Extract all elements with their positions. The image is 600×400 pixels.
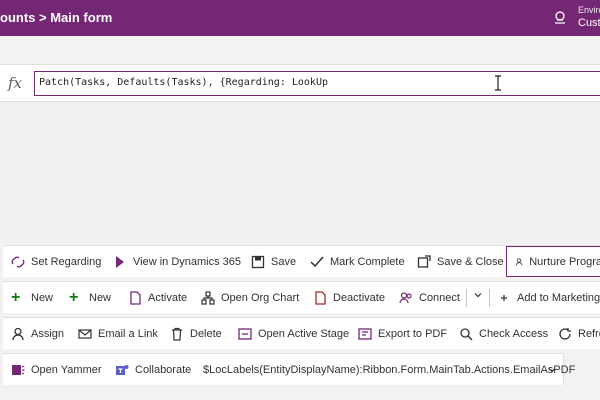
- divider: [466, 289, 467, 307]
- open-active-stage-label: Open Active Stage: [258, 327, 350, 340]
- text-cursor-icon: [495, 75, 501, 91]
- email-icon: [78, 328, 92, 339]
- org-chart-icon: [201, 290, 215, 305]
- email-as-pdf-label: $LocLabels(EntityDisplayName):Ribbon.For…: [203, 363, 576, 376]
- refresh-icon: [559, 327, 571, 340]
- checkmark-icon: [310, 256, 324, 267]
- app-canvas: [0, 103, 600, 243]
- open-org-chart-label: Open Org Chart: [221, 291, 300, 304]
- environment-label: Enviro: [578, 5, 600, 15]
- add-to-marketing-label: Add to Marketing L: [517, 291, 600, 304]
- open-yammer-label: Open Yammer: [31, 363, 102, 376]
- connect-label: Connect: [419, 291, 460, 304]
- save-close-button[interactable]: Save & Close: [417, 246, 504, 277]
- set-regarding-label: Set Regarding: [31, 255, 102, 268]
- email-a-link-label: Email a Link: [98, 327, 158, 340]
- new-button-2[interactable]: + New: [69, 282, 111, 313]
- formula-bar: fx Patch(Tasks, Defaults(Tasks), {Regard…: [0, 64, 600, 102]
- dynamics-icon: [116, 255, 124, 268]
- save-button[interactable]: Save: [251, 246, 296, 277]
- mark-complete-label: Mark Complete: [330, 255, 405, 268]
- pdf-icon: [358, 327, 372, 340]
- search-icon: [460, 327, 473, 340]
- assign-label: Assign: [31, 327, 65, 340]
- environment-icon[interactable]: [553, 10, 567, 24]
- deactivate-label: Deactivate: [333, 291, 385, 304]
- yammer-icon: [12, 364, 25, 375]
- view-in-dynamics-label: View in Dynamics 365: [133, 255, 242, 268]
- plus-icon: +: [69, 288, 79, 306]
- deactivate-button[interactable]: Deactivate: [313, 282, 385, 313]
- formula-text: Patch(Tasks, Defaults(Tasks), {Regarding…: [39, 77, 328, 88]
- save-icon: [251, 255, 265, 268]
- save-label: Save: [271, 255, 297, 268]
- person-icon: [515, 257, 523, 266]
- refresh-label: Refre: [578, 327, 600, 340]
- document-icon: [130, 290, 141, 305]
- command-bar-row-1: Set Regarding View in Dynamics 365 Save …: [3, 245, 600, 277]
- breadcrumb[interactable]: ounts > Main form: [0, 10, 112, 25]
- open-active-stage-button[interactable]: Open Active Stage: [238, 318, 349, 349]
- email-a-link-button[interactable]: Email a Link: [78, 318, 158, 349]
- person-icon: [12, 327, 24, 340]
- link-icon: [11, 256, 25, 267]
- new-label-2: New: [89, 291, 112, 304]
- new-label-1: New: [31, 291, 54, 304]
- check-access-label: Check Access: [479, 327, 549, 340]
- new-button-1[interactable]: + New: [11, 282, 53, 313]
- set-regarding-button[interactable]: Set Regarding: [11, 246, 101, 277]
- nurture-program-button[interactable]: Nurture Progra: [506, 246, 600, 277]
- export-to-pdf-label: Export to PDF: [378, 327, 448, 340]
- chevron-down-icon[interactable]: [548, 366, 556, 374]
- export-to-pdf-button[interactable]: Export to PDF: [358, 318, 447, 349]
- top-bar: ounts > Main form Enviro Custo: [0, 0, 600, 36]
- divider: [489, 289, 490, 307]
- assign-button[interactable]: Assign: [11, 318, 64, 349]
- activate-label: Activate: [148, 291, 188, 304]
- formula-input[interactable]: Patch(Tasks, Defaults(Tasks), {Regarding…: [34, 71, 600, 96]
- save-close-label: Save & Close: [437, 255, 504, 268]
- command-bar-row-4: Open Yammer Collaborate $LocLabels(Entit…: [3, 353, 575, 385]
- open-yammer-button[interactable]: Open Yammer: [11, 354, 102, 385]
- chevron-down-icon[interactable]: [474, 291, 482, 299]
- add-list-icon: [501, 294, 507, 301]
- open-org-chart-button[interactable]: Open Org Chart: [201, 282, 299, 313]
- connect-button[interactable]: Connect: [399, 282, 460, 313]
- save-close-icon: [417, 254, 431, 268]
- add-to-marketing-list-button[interactable]: Add to Marketing L: [497, 282, 600, 313]
- command-bar-row-3: Assign Email a Link Delete Open Active S…: [3, 317, 600, 349]
- fx-label: fx: [8, 74, 23, 92]
- delete-button[interactable]: Delete: [170, 318, 222, 349]
- people-icon: [399, 291, 412, 303]
- nurture-program-label: Nurture Progra: [529, 255, 600, 268]
- command-bar-row-2: + New + New Activate Open Org Chart Deac…: [3, 281, 600, 313]
- teams-icon: [116, 364, 129, 375]
- plus-icon: +: [11, 288, 21, 306]
- mark-complete-button[interactable]: Mark Complete: [310, 246, 405, 277]
- collaborate-button[interactable]: Collaborate: [115, 354, 191, 385]
- stage-icon: [238, 327, 252, 340]
- delete-label: Delete: [190, 327, 222, 340]
- collaborate-label: Collaborate: [135, 363, 192, 376]
- check-access-button[interactable]: Check Access: [459, 318, 548, 349]
- refresh-button[interactable]: Refre: [558, 318, 600, 349]
- activate-button[interactable]: Activate: [128, 282, 187, 313]
- view-in-dynamics-button[interactable]: View in Dynamics 365: [113, 246, 241, 277]
- deactivate-document-icon: [315, 290, 326, 305]
- email-as-pdf-button[interactable]: $LocLabels(EntityDisplayName):Ribbon.For…: [203, 354, 575, 385]
- environment-name[interactable]: Custo: [578, 17, 600, 29]
- trash-icon: [172, 327, 182, 341]
